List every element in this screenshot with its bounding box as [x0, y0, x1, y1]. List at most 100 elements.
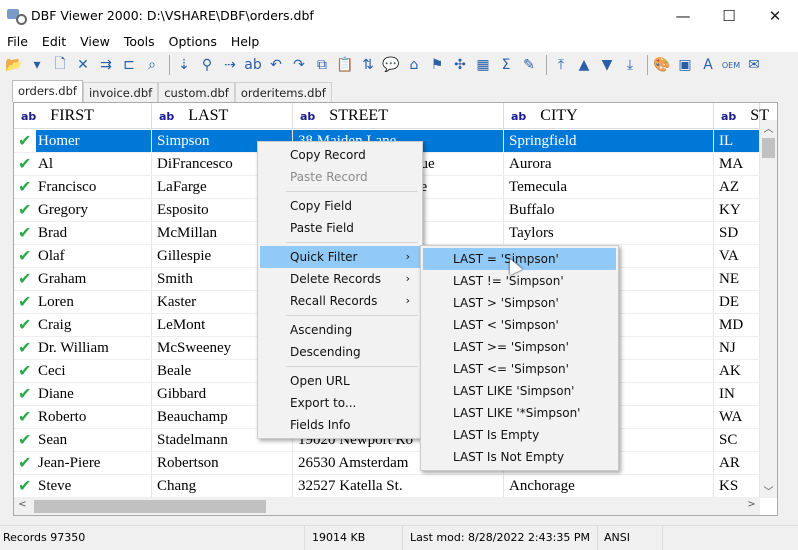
- find-next-icon[interactable]: ⇢: [220, 55, 240, 75]
- cell-first[interactable]: ✔ Steve: [14, 475, 152, 497]
- cell-first[interactable]: ✔ Roberto: [14, 406, 152, 428]
- filter-option[interactable]: LAST < 'Simpson': [423, 314, 616, 336]
- filter-option[interactable]: LAST Is Not Empty: [423, 446, 616, 468]
- binoculars-icon[interactable]: ⚲: [197, 55, 217, 75]
- tab-invoice-dbf[interactable]: invoice.dbf: [82, 82, 159, 102]
- open-folder-icon[interactable]: 📂: [4, 55, 24, 75]
- cell-first[interactable]: ✔ Francisco: [14, 176, 152, 198]
- table-row[interactable]: ✔ Jean-Piere Robertson 26530 Amsterdam AR: [14, 452, 760, 475]
- cell-first[interactable]: ✔ Graham: [14, 268, 152, 290]
- cell-first[interactable]: ✔ Sean: [14, 429, 152, 451]
- font-icon[interactable]: A: [698, 55, 718, 75]
- cell-first[interactable]: ✔ Al: [14, 153, 152, 175]
- column-header-first[interactable]: ab FIRST: [14, 103, 152, 129]
- menu-help[interactable]: Help: [224, 34, 267, 49]
- undo-icon[interactable]: ↶: [266, 55, 286, 75]
- cell-city[interactable]: Taylors: [504, 222, 714, 244]
- cell-st[interactable]: SC: [714, 429, 760, 451]
- new-file-icon[interactable]: 🗋: [50, 55, 70, 75]
- filter-option[interactable]: LAST <= 'Simpson': [423, 358, 616, 380]
- table-row[interactable]: ✔ Steve Chang 32527 Katella St. Anchorage KS: [14, 475, 760, 498]
- column-header-st[interactable]: ab ST: [714, 103, 769, 129]
- menu-item-descending[interactable]: Descending: [260, 341, 420, 363]
- delete-icon[interactable]: ✕: [73, 55, 93, 75]
- cell-st[interactable]: IN: [714, 383, 760, 405]
- menu-item-ascending[interactable]: Ascending: [260, 319, 420, 341]
- cell-first[interactable]: ✔ Jean-Piere: [14, 452, 152, 474]
- cell-st[interactable]: NE: [714, 268, 760, 290]
- cell-st[interactable]: IL: [714, 130, 760, 152]
- insert-record-icon[interactable]: ⇉: [96, 55, 116, 75]
- cell-city[interactable]: Springfield: [504, 130, 714, 152]
- column-header-street[interactable]: ab STREET: [293, 103, 504, 129]
- clean-icon[interactable]: ✎: [519, 55, 539, 75]
- cell-st[interactable]: MD: [714, 314, 760, 336]
- menu-item-export-to[interactable]: Export to...: [260, 392, 420, 414]
- cell-st[interactable]: MA: [714, 153, 760, 175]
- menu-view[interactable]: View: [73, 34, 117, 49]
- tab-orderitems-dbf[interactable]: orderitems.dbf: [234, 82, 332, 102]
- copy-icon[interactable]: ⧉: [312, 55, 332, 75]
- menu-file[interactable]: File: [0, 34, 35, 49]
- menu-item-paste-field[interactable]: Paste Field: [260, 217, 420, 239]
- cell-st[interactable]: KS: [714, 475, 760, 497]
- cell-st[interactable]: VA: [714, 245, 760, 267]
- cell-st[interactable]: NJ: [714, 337, 760, 359]
- sum-icon[interactable]: Σ: [496, 55, 516, 75]
- filter-option[interactable]: LAST != 'Simpson': [423, 270, 616, 292]
- palette-icon[interactable]: 🎨: [652, 55, 672, 75]
- unfilter-icon[interactable]: ✣: [450, 55, 470, 75]
- cell-first[interactable]: ✔ Brad: [14, 222, 152, 244]
- cell-st[interactable]: SD: [714, 222, 760, 244]
- first-record-icon[interactable]: ⤒: [551, 55, 571, 75]
- cell-last[interactable]: Chang: [152, 475, 293, 497]
- vertical-scroll-thumb[interactable]: [762, 138, 775, 158]
- menu-item-recall-records[interactable]: Recall Records ›: [260, 290, 420, 312]
- menu-item-copy-record[interactable]: Copy Record: [260, 144, 420, 166]
- column-header-last[interactable]: ab LAST: [152, 103, 293, 129]
- comment-icon[interactable]: 💬: [381, 55, 401, 75]
- cell-st[interactable]: AK: [714, 360, 760, 382]
- table-icon[interactable]: ▦: [473, 55, 493, 75]
- sort-icon[interactable]: ⇅: [358, 55, 378, 75]
- scroll-left-icon[interactable]: <: [14, 499, 31, 510]
- prev-record-icon[interactable]: ▲: [574, 55, 594, 75]
- scroll-right-icon[interactable]: >: [743, 499, 760, 510]
- cell-city[interactable]: Buffalo: [504, 199, 714, 221]
- filter-option[interactable]: LAST LIKE '*Simpson': [423, 402, 616, 424]
- tab-custom-dbf[interactable]: custom.dbf: [158, 82, 235, 102]
- filter-option[interactable]: LAST > 'Simpson': [423, 292, 616, 314]
- replace-icon[interactable]: ab: [243, 55, 263, 75]
- cell-first[interactable]: ✔ Diane: [14, 383, 152, 405]
- cell-first[interactable]: ✔ Loren: [14, 291, 152, 313]
- export-icon[interactable]: ✉: [744, 55, 764, 75]
- menu-item-fields-info[interactable]: Fields Info: [260, 414, 420, 436]
- vertical-scrollbar[interactable]: ︿ ﹀: [760, 120, 777, 498]
- cell-st[interactable]: WA: [714, 406, 760, 428]
- scroll-down-icon[interactable]: ﹀: [760, 483, 777, 498]
- cell-last[interactable]: Robertson: [152, 452, 293, 474]
- horizontal-scroll-thumb[interactable]: [34, 500, 266, 513]
- last-record-icon[interactable]: ⤓: [620, 55, 640, 75]
- cell-st[interactable]: DE: [714, 291, 760, 313]
- dropdown-icon[interactable]: ▾: [27, 55, 47, 75]
- goto-icon[interactable]: ⇣: [174, 55, 194, 75]
- filter-icon[interactable]: ⚑: [427, 55, 447, 75]
- close-button[interactable]: ✕: [752, 0, 798, 31]
- cell-city[interactable]: Anchorage: [504, 475, 714, 497]
- find-icon[interactable]: ⌕: [142, 55, 162, 75]
- cell-first[interactable]: ✔ Craig: [14, 314, 152, 336]
- cell-first[interactable]: ✔ Olaf: [14, 245, 152, 267]
- menu-edit[interactable]: Edit: [35, 34, 73, 49]
- filter-option[interactable]: LAST >= 'Simpson': [423, 336, 616, 358]
- minimize-button[interactable]: —: [660, 0, 706, 31]
- highlight-icon[interactable]: ▣: [675, 55, 695, 75]
- import-icon[interactable]: ⌂: [404, 55, 424, 75]
- menu-item-quick-filter[interactable]: Quick Filter ›: [260, 246, 420, 268]
- tab-orders-dbf[interactable]: orders.dbf: [12, 80, 83, 102]
- next-record-icon[interactable]: ▼: [597, 55, 617, 75]
- scroll-up-icon[interactable]: ︿: [760, 120, 777, 135]
- menu-item-delete-records[interactable]: Delete Records ›: [260, 268, 420, 290]
- structure-icon[interactable]: ⊏: [119, 55, 139, 75]
- filter-option[interactable]: LAST Is Empty: [423, 424, 616, 446]
